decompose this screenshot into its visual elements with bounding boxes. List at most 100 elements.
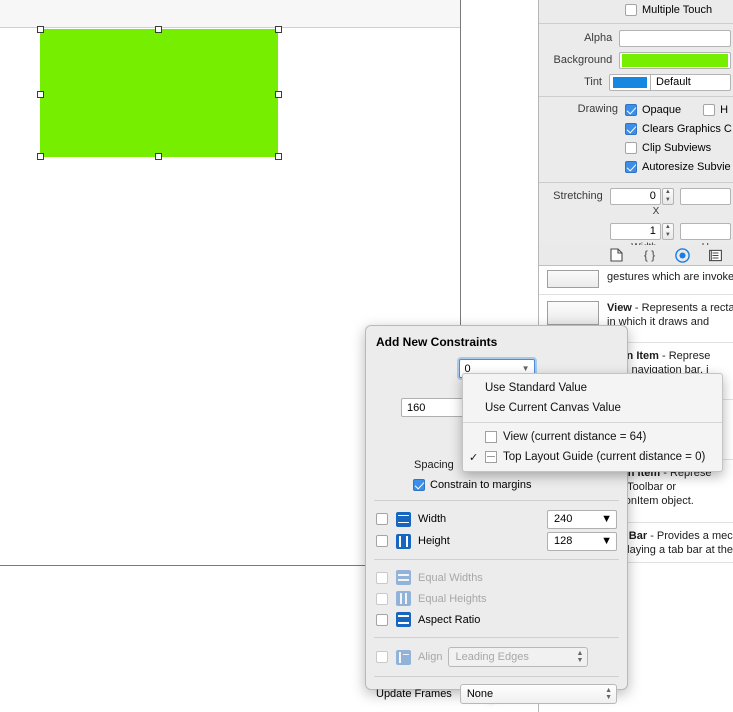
background-row: Background <box>539 49 733 71</box>
menu-item-use-standard-value[interactable]: Use Standard Value <box>463 378 722 398</box>
resize-handle-top-center[interactable] <box>155 26 162 33</box>
equal-widths-icon <box>396 570 411 585</box>
background-label: Background <box>553 54 613 66</box>
menu-item-use-current-canvas-value[interactable]: Use Current Canvas Value <box>463 398 722 418</box>
align-label: Align <box>418 651 443 663</box>
library-tab-bar: { } <box>539 245 733 266</box>
alpha-label: Alpha <box>584 32 613 44</box>
resize-handle-middle-left[interactable] <box>37 91 44 98</box>
canvas-top-band <box>0 0 460 28</box>
constrain-to-margins-checkbox[interactable] <box>413 479 425 491</box>
stretching-width-stepper[interactable]: ▲ ▼ <box>661 222 674 240</box>
chevron-down-icon: ▼ <box>601 513 612 525</box>
resize-handle-middle-right[interactable] <box>275 91 282 98</box>
canvas-vertical-guide <box>460 0 461 331</box>
resize-handle-bottom-center[interactable] <box>155 153 162 160</box>
align-row: Align Leading Edges ▲ ▼ <box>366 645 627 669</box>
width-constraint-row: Width 240 ▼ <box>366 508 627 530</box>
hidden-checkbox[interactable] <box>703 103 716 116</box>
library-item-text: gestures which are invoked <box>607 271 733 283</box>
width-value: 240 <box>554 513 573 525</box>
clip-subviews-checkbox[interactable] <box>625 141 637 154</box>
update-frames-select[interactable]: None ▲ ▼ <box>459 684 617 704</box>
stretching-x-stepper[interactable]: ▲ ▼ <box>661 187 674 205</box>
stepper-down-icon: ▼ <box>664 231 671 238</box>
multiple-touch-row: Multiple Touch <box>539 0 733 20</box>
equal-heights-label: Equal Heights <box>418 592 487 605</box>
drawing-label: Drawing <box>577 103 618 115</box>
update-frames-row: Update Frames None ▲ ▼ <box>366 684 627 704</box>
height-value-combo[interactable]: 128 ▼ <box>547 531 617 551</box>
equal-heights-checkbox[interactable] <box>376 592 388 605</box>
height-constraint-row: Height 128 ▼ <box>366 530 627 552</box>
divider <box>539 23 733 24</box>
media-library-icon[interactable] <box>708 248 723 263</box>
multiple-touch-checkbox[interactable] <box>625 4 637 16</box>
attributes-inspector-panel: Multiple Touch Alpha Background Tint Def… <box>538 0 733 245</box>
align-checkbox[interactable] <box>376 651 388 663</box>
drawing-row-autoresize-subviews: Autoresize Subvie <box>625 157 733 176</box>
library-item-text: - Represe <box>658 350 711 362</box>
popover-title: Add New Constraints <box>376 335 498 349</box>
list-item[interactable]: gestures which are invoked <box>539 266 733 295</box>
alpha-row: Alpha <box>539 27 733 49</box>
object-library-icon[interactable] <box>675 247 690 263</box>
opaque-checkbox[interactable] <box>625 103 637 116</box>
clip-subviews-label: Clip Subviews <box>642 141 712 154</box>
library-item-text: - Provides a mecha <box>650 530 733 542</box>
tint-color-well[interactable] <box>609 73 651 91</box>
stretching-x-input[interactable]: 0 <box>609 187 661 205</box>
width-checkbox[interactable] <box>376 513 388 525</box>
stretching-width-row: 1 ▲ ▼ <box>539 220 733 242</box>
spacing-value-dropdown-menu: Use Standard Value Use Current Canvas Va… <box>462 373 723 472</box>
height-value: 128 <box>554 535 573 547</box>
height-label: Height <box>418 535 450 547</box>
chevron-updown-icon: ▲ ▼ <box>576 650 584 664</box>
code-snippet-library-icon[interactable]: { } <box>642 248 657 263</box>
stretching-width-input[interactable]: 1 <box>609 222 661 240</box>
align-select[interactable]: Leading Edges ▲ ▼ <box>448 647 589 667</box>
equal-widths-row: Equal Widths <box>366 567 627 588</box>
top-layout-guide-icon <box>485 451 497 463</box>
selected-green-view[interactable] <box>40 29 278 157</box>
menu-item-label: Top Layout Guide (current distance = 0) <box>503 451 706 463</box>
stepper-up-icon: ▲ <box>664 224 671 231</box>
divider <box>374 676 619 677</box>
autoresize-subviews-label: Autoresize Subvie <box>642 160 731 173</box>
update-frames-label: Update Frames <box>376 688 452 700</box>
file-template-library-icon[interactable] <box>609 248 624 263</box>
equal-heights-icon <box>396 591 411 606</box>
clears-graphics-context-checkbox[interactable] <box>625 122 637 135</box>
resize-handle-bottom-right[interactable] <box>275 153 282 160</box>
stretching-y-input[interactable] <box>679 187 732 205</box>
library-item-title: View <box>607 302 632 314</box>
divider <box>374 500 619 501</box>
library-item-thumbnail <box>547 270 599 288</box>
tint-value[interactable]: Default <box>651 73 731 91</box>
constrain-to-margins-label: Constrain to margins <box>430 479 532 491</box>
alpha-input[interactable] <box>619 29 731 47</box>
width-value-combo[interactable]: 240 ▼ <box>547 509 617 529</box>
stretching-x-sublabel: X <box>652 206 660 217</box>
resize-handle-bottom-left[interactable] <box>37 153 44 160</box>
tint-control[interactable]: Default <box>609 73 731 91</box>
equal-heights-row: Equal Heights <box>366 588 627 609</box>
stretching-height-input[interactable] <box>679 222 732 240</box>
menu-item-view[interactable]: View (current distance = 64) <box>463 427 722 447</box>
update-frames-value: None <box>466 688 494 700</box>
menu-item-label: Use Current Canvas Value <box>485 402 621 414</box>
equal-widths-checkbox[interactable] <box>376 571 388 584</box>
aspect-ratio-icon <box>396 612 411 627</box>
resize-handle-top-right[interactable] <box>275 26 282 33</box>
align-value: Leading Edges <box>455 651 529 663</box>
drawing-row-opaque: Opaque H <box>625 100 733 119</box>
tint-row: Tint Default <box>539 71 733 93</box>
resize-handle-top-left[interactable] <box>37 26 44 33</box>
tint-label: Tint <box>584 76 602 88</box>
menu-item-top-layout-guide[interactable]: ✓ Top Layout Guide (current distance = 0… <box>463 447 722 467</box>
spacing-label: Spacing <box>414 459 454 471</box>
autoresize-subviews-checkbox[interactable] <box>625 160 637 173</box>
height-checkbox[interactable] <box>376 535 388 547</box>
aspect-ratio-checkbox[interactable] <box>376 613 388 626</box>
background-color-well[interactable] <box>619 51 731 69</box>
